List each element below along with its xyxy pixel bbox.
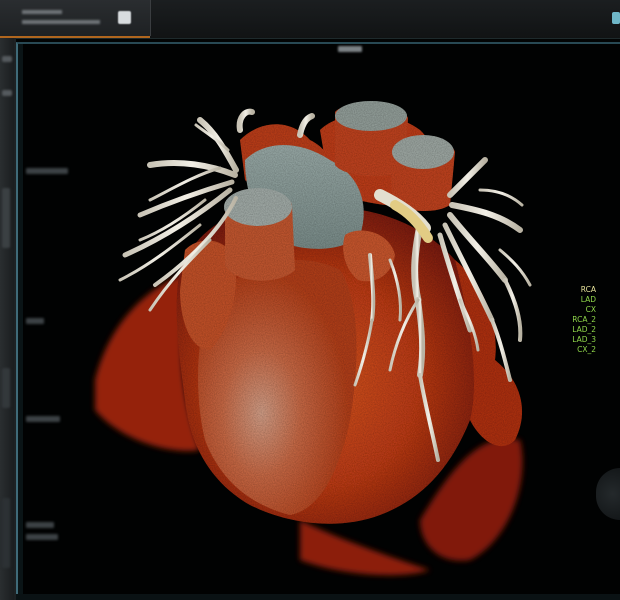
- legend-item-lad[interactable]: LAD: [560, 295, 596, 305]
- legend-item-cx[interactable]: CX: [560, 305, 596, 315]
- vessel-legend: RCA LAD CX RCA_2 LAD_2 LAD_3 CX_2: [560, 285, 596, 355]
- viewport-bottom-edge: [16, 594, 620, 600]
- legend-item-rca[interactable]: RCA: [560, 285, 596, 295]
- vr-viewer-window: RCA LAD CX RCA_2 LAD_2 LAD_3 CX_2: [0, 0, 620, 600]
- legend-item-lad-3[interactable]: LAD_3: [560, 335, 596, 345]
- legend-item-lad-2[interactable]: LAD_2: [560, 325, 596, 335]
- legend-item-rca-2[interactable]: RCA_2: [560, 315, 596, 325]
- legend-item-cx-2[interactable]: CX_2: [560, 345, 596, 355]
- heart-volume-render[interactable]: [0, 0, 620, 600]
